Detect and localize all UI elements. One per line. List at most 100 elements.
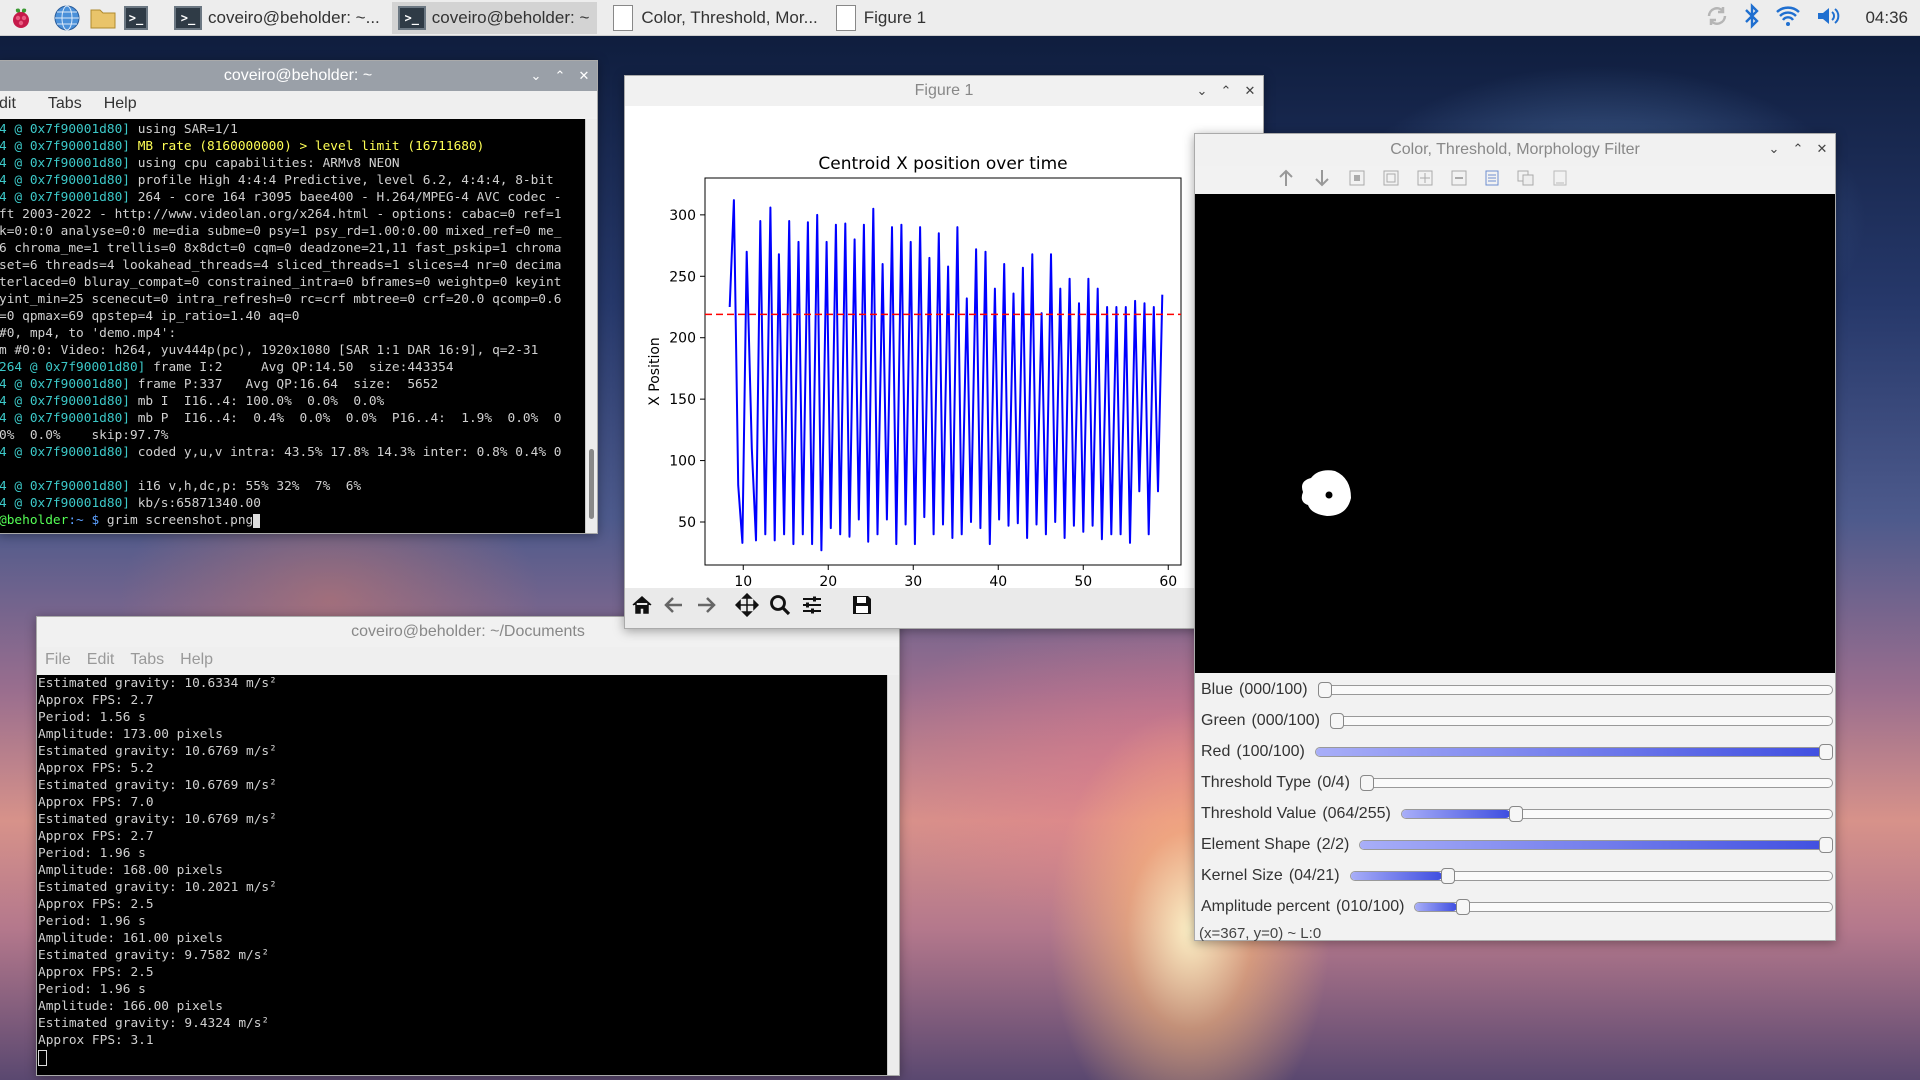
- window-titlebar[interactable]: Color, Threshold, Morphology Filter ⌄ ⌃ …: [1195, 134, 1835, 166]
- maximize-icon[interactable]: ⌃: [1219, 83, 1233, 99]
- terminal-scrollbar[interactable]: [585, 119, 597, 533]
- save-icon[interactable]: [851, 594, 873, 622]
- terminal-text: kb/s:65871340.00: [137, 496, 261, 511]
- volume-icon[interactable]: [1815, 4, 1843, 33]
- properties-icon[interactable]: [1553, 170, 1567, 191]
- close-icon[interactable]: ✕: [1815, 141, 1829, 157]
- maximize-icon[interactable]: ⌃: [553, 68, 567, 84]
- taskbar-task-filter[interactable]: Color, Threshold, Mor...: [607, 2, 825, 34]
- close-icon[interactable]: ✕: [577, 68, 591, 84]
- menu-edit[interactable]: Edit: [87, 651, 115, 669]
- maximize-icon[interactable]: ⌃: [1791, 141, 1805, 157]
- slider-track[interactable]: [1317, 681, 1833, 698]
- up-arrow-icon[interactable]: [1277, 168, 1295, 193]
- menu-tabs[interactable]: Tabs: [48, 95, 82, 113]
- slider-value: (000/100): [1251, 711, 1320, 729]
- centroid-chart: Centroid X position over time 10 20 30 40 50 6…: [625, 106, 1263, 586]
- raspberry-menu-icon[interactable]: [6, 3, 36, 33]
- slider-track[interactable]: [1329, 712, 1833, 729]
- terminal-line: Approx FPS: 2.7: [38, 693, 154, 708]
- slider-handle[interactable]: [1456, 898, 1471, 915]
- slider-track[interactable]: [1349, 867, 1833, 884]
- terminal-launcher-icon[interactable]: >_: [124, 3, 154, 33]
- window-titlebar[interactable]: coveiro@beholder: ~ ⌄ ⌃ ✕: [0, 61, 597, 91]
- terminal-line: Approx FPS: 3.1: [38, 1033, 154, 1048]
- slider-track[interactable]: [1359, 774, 1833, 791]
- terminal-text: 6 chroma_me=1 trellis=0 8x8dct=0 cqm=0 d…: [0, 241, 562, 256]
- menu-edit[interactable]: dit: [0, 95, 16, 113]
- copy-icon[interactable]: [1517, 170, 1535, 191]
- down-arrow-icon[interactable]: [1313, 168, 1331, 193]
- terminal-line: 4 @ 0x7f90001d80] mb I I16..4: 100.0% 0.…: [0, 393, 587, 410]
- slider-amplitude-percent: Amplitude percent (010/100): [1195, 891, 1835, 922]
- threshold-image[interactable]: [1195, 194, 1835, 673]
- terminal-scrollbar[interactable]: [887, 675, 899, 1075]
- move-icon[interactable]: [1417, 170, 1433, 191]
- configure-subplots-icon[interactable]: [801, 594, 823, 622]
- terminal-output[interactable]: Estimated gravity: 10.6334 m/s² Approx FP…: [37, 675, 887, 1075]
- slider-label: Amplitude percent: [1201, 897, 1330, 915]
- taskbar-task-terminal-2[interactable]: >_ coveiro@beholder: ~: [391, 1, 598, 34]
- slider-element-shape: Element Shape (2/2): [1195, 829, 1835, 860]
- window-titlebar[interactable]: Figure 1 ⌄ ⌃ ✕: [625, 76, 1263, 106]
- home-icon[interactable]: [631, 594, 653, 622]
- menu-tabs[interactable]: Tabs: [130, 651, 164, 669]
- menu-file[interactable]: File: [45, 651, 71, 669]
- status-bar: (x=367, y=0) ~ L:0: [1195, 926, 1835, 942]
- forward-arrow-icon[interactable]: [695, 594, 717, 622]
- slider-track[interactable]: [1359, 836, 1833, 853]
- slider-handle[interactable]: [1819, 743, 1833, 760]
- prompt-prompt_cmd: grim screenshot.png: [106, 513, 254, 528]
- slider-handle[interactable]: [1819, 836, 1833, 853]
- terminal-line: Amplitude: 168.00 pixels: [38, 863, 223, 878]
- terminal-line: [0, 461, 587, 478]
- clock[interactable]: 04:36: [1865, 8, 1908, 28]
- pan-icon[interactable]: [734, 592, 760, 623]
- menu-help[interactable]: Help: [104, 95, 137, 113]
- slider-value: (0/4): [1317, 773, 1350, 791]
- back-arrow-icon[interactable]: [663, 594, 685, 622]
- minimize-image-icon[interactable]: [1451, 170, 1467, 191]
- terminal-line: Estimated gravity: 10.6769 m/s²: [38, 778, 277, 793]
- minimize-icon[interactable]: ⌄: [1767, 141, 1781, 157]
- slider-track[interactable]: [1400, 805, 1833, 822]
- terminal-text: 4 @ 0x7f90001d80]: [0, 139, 138, 154]
- close-icon[interactable]: ✕: [1243, 83, 1257, 99]
- save-image-icon[interactable]: [1485, 170, 1499, 191]
- slider-handle[interactable]: [1329, 712, 1344, 729]
- window-title: coveiro@beholder: ~: [223, 67, 373, 84]
- slider-fill: [1401, 809, 1510, 818]
- updater-icon[interactable]: [1705, 4, 1729, 33]
- slider-handle[interactable]: [1317, 681, 1332, 698]
- terminal-text: i16 v,h,dc,p: 55% 32% 7% 6%: [137, 479, 362, 494]
- terminal-text: #0, mp4, to 'demo.mp4':: [0, 326, 177, 341]
- terminal-window-home: coveiro@beholder: ~ ⌄ ⌃ ✕ dit Tabs Help …: [0, 60, 598, 534]
- terminal-line: Period: 1.56 s: [38, 710, 146, 725]
- slider-handle[interactable]: [1508, 805, 1523, 822]
- slider-track[interactable]: [1414, 898, 1833, 915]
- file-manager-icon[interactable]: [88, 3, 118, 33]
- task-label: coveiro@beholder: ~: [431, 7, 590, 27]
- slider-track[interactable]: [1314, 743, 1833, 760]
- terminal-text: 4 @ 0x7f90001d80]: [0, 122, 138, 137]
- zoom-icon[interactable]: [769, 594, 791, 622]
- slider-value: (100/100): [1236, 742, 1305, 760]
- slider-value: (000/100): [1239, 680, 1308, 698]
- minimize-icon[interactable]: ⌄: [529, 68, 543, 84]
- terminal-icon: >_: [174, 5, 202, 30]
- slider-fill: [1360, 840, 1832, 849]
- minimize-icon[interactable]: ⌄: [1195, 83, 1209, 99]
- zoom-fit-icon[interactable]: [1383, 170, 1399, 191]
- slider-handle[interactable]: [1441, 867, 1455, 884]
- web-browser-icon[interactable]: [52, 3, 82, 33]
- bluetooth-icon[interactable]: [1743, 2, 1761, 34]
- zoom-in-icon[interactable]: [1349, 170, 1365, 191]
- taskbar-task-terminal-1[interactable]: >_ coveiro@beholder: ~...: [168, 2, 388, 34]
- taskbar-task-figure[interactable]: Figure 1: [830, 2, 934, 34]
- wifi-icon[interactable]: [1775, 4, 1801, 33]
- terminal-text: k=0:0:0 analyse=0:0 me=dia subme=0 psy=1…: [0, 224, 562, 239]
- slider-handle[interactable]: [1359, 774, 1374, 791]
- menu-help[interactable]: Help: [180, 651, 213, 669]
- y-tick-label: 100: [669, 454, 696, 470]
- terminal-output[interactable]: 4 @ 0x7f90001d80] using SAR=1/1 4 @ 0x7f9…: [0, 119, 587, 533]
